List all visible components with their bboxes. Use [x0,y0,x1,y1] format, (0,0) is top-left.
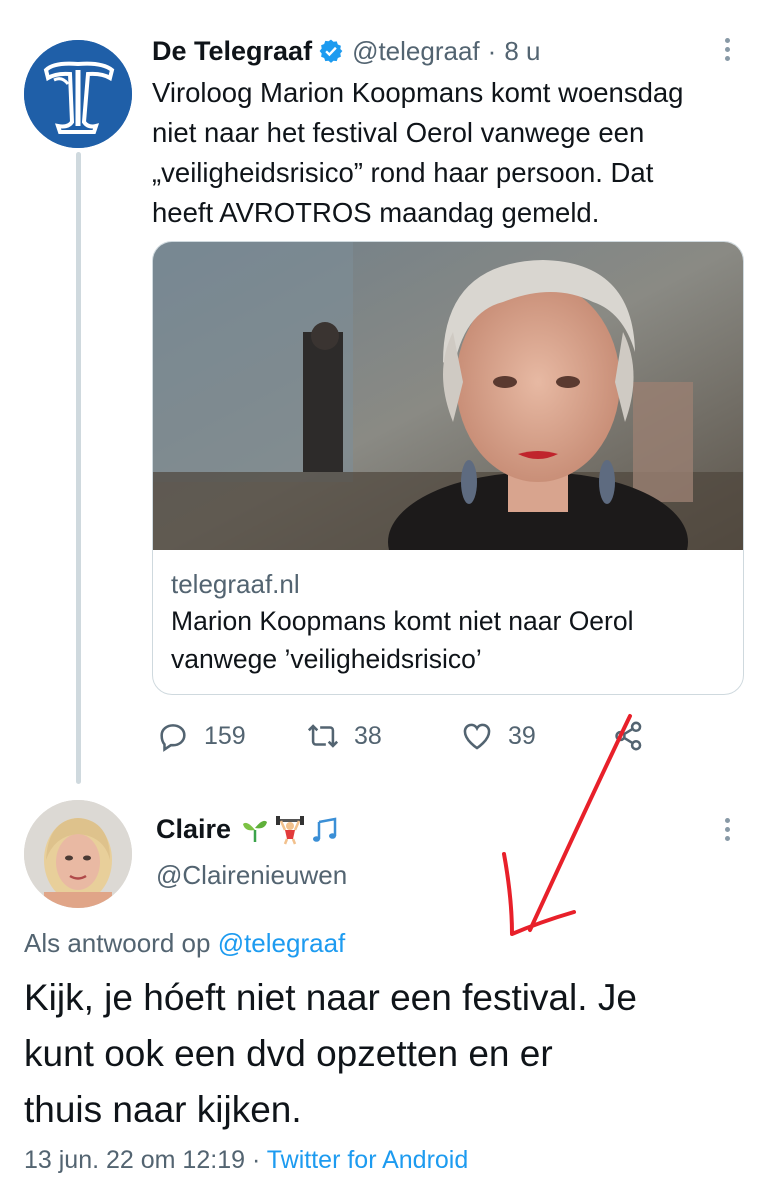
tweet2-author-handle[interactable]: @Clairenieuwen [156,860,347,891]
card-title-line: Marion Koopmans komt niet naar Oerol [171,606,634,636]
tweet1-timestamp[interactable]: 8 u [504,36,540,67]
tweet2-source-link[interactable]: Twitter for Android [267,1146,468,1174]
telegraaf-avatar[interactable] [24,40,132,148]
reply-prefix: Als antwoord op [24,928,211,958]
thread-connector-line [76,152,81,784]
link-preview-card[interactable]: telegraaf.nl Marion Koopmans komt niet n… [152,241,744,695]
seedling-emoji [243,820,268,842]
retweet-count: 38 [354,721,382,750]
tweet2-text: Kijk, je hóeft niet naar een festival. J… [24,970,754,1138]
separator-dot: · [487,35,497,66]
tweet1-author-name[interactable]: De Telegraaf [152,36,312,67]
more-options-icon[interactable] [720,38,734,66]
share-button[interactable] [612,715,646,757]
reply-button[interactable]: 159 [156,715,246,757]
tweet1-text: Viroloog Marion Koopmans komt woensdag n… [152,73,752,233]
tweet1-text-line: Viroloog Marion Koopmans komt woensdag [152,77,684,108]
weightlifter-emoji [276,815,305,844]
tweet1-text-line: „veiligheidsrisico” rond haar persoon. D… [152,157,654,188]
separator-dot: · [251,1146,261,1174]
card-title-line: vanwege ’veiligheidsrisico’ [171,644,482,674]
tweet1-action-bar: 159 38 39 [152,715,652,757]
retweet-button[interactable]: 38 [306,715,382,757]
music-notes-emoji [313,816,337,842]
like-button[interactable]: 39 [460,715,536,757]
tweet2-timestamp[interactable]: 13 jun. 22 om 12:19 [24,1146,245,1174]
reply-to-handle-link[interactable]: @telegraaf [218,928,346,958]
card-domain: telegraaf.nl [171,569,300,599]
tweet1-text-line: niet naar het festival Oerol vanwege een [152,117,645,148]
tweet1-text-line: heeft AVROTROS maandag gemeld. [152,197,600,228]
tweet2-author-name[interactable]: Claire [156,814,231,845]
tweet2-text-line: kunt ook een dvd opzetten en er [24,1033,553,1074]
reply-count: 159 [204,721,246,750]
like-count: 39 [508,721,536,750]
retweet-icon [307,724,339,748]
name-emojis [241,815,339,845]
more-options-icon[interactable] [720,818,734,846]
tweet1-author-handle[interactable]: @telegraaf [352,36,480,67]
tweet2-text-line: thuis naar kijken. [24,1089,302,1130]
article-photo [153,242,743,550]
reply-context: Als antwoord op @telegraaf [24,928,345,959]
telegraaf-logo-icon [24,40,132,148]
card-title: Marion Koopmans komt niet naar Oerol van… [171,602,731,678]
tweet1-header: De Telegraaf @telegraaf · 8 u [152,34,540,68]
like-icon [463,723,491,750]
tweet2-text-line: Kijk, je hóeft niet naar een festival. J… [24,977,637,1018]
reply-icon [160,724,186,752]
tweet2-author-name-row: Claire [156,814,339,845]
claire-avatar[interactable] [24,800,132,908]
tweet2-meta: 13 jun. 22 om 12:19 · Twitter for Androi… [24,1146,468,1175]
verified-badge-icon [319,39,343,63]
share-icon [615,721,642,751]
